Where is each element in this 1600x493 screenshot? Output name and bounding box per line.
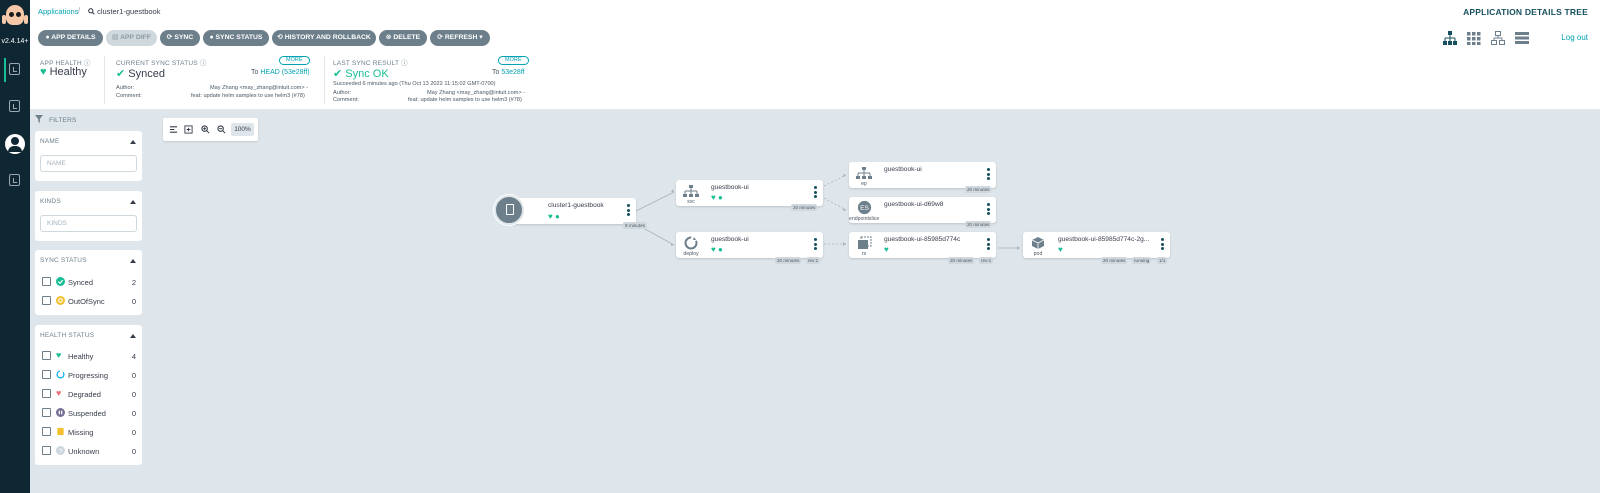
svc-age-tag: 20 minutes — [791, 204, 818, 211]
eps-age-tag: 20 minutes — [965, 221, 992, 228]
node-menu-icon[interactable] — [627, 204, 630, 216]
node-menu-icon[interactable] — [1161, 238, 1164, 250]
rs-age-tag: 20 minutes — [948, 257, 975, 264]
node-endpointslice-guestbook-ui-d69w8[interactable]: ES endpointslice guestbook-ui-d69w8 — [849, 197, 996, 223]
pod-state-tag: running — [1132, 257, 1152, 264]
node-ep-guestbook-ui[interactable]: ep guestbook-ui — [849, 162, 996, 188]
service-icon — [683, 185, 699, 197]
node-menu-icon[interactable] — [814, 186, 817, 198]
node-rs-guestbook-ui-85985d774c[interactable]: rs guestbook-ui-85985d774c ♥ — [849, 232, 996, 258]
app-node-status: ♥ ● — [548, 212, 560, 221]
svg-text:ES: ES — [860, 205, 869, 212]
deploy-status: ♥ ● — [711, 245, 723, 254]
app-node-cluster1-guestbook[interactable]: cluster1-guestbook ♥ ● — [510, 198, 636, 224]
node-menu-icon[interactable] — [987, 203, 990, 215]
pod-ready-tag: 1/1 — [1157, 257, 1168, 264]
endpointslice-icon: ES — [857, 200, 872, 215]
pod-age-tag: 20 minutes — [1101, 257, 1128, 264]
node-menu-icon[interactable] — [814, 238, 817, 250]
endpoints-icon — [856, 167, 872, 179]
rs-status: ♥ — [884, 245, 889, 254]
pod-cube-icon — [1031, 237, 1045, 249]
ep-age-tag: 20 minutes — [965, 186, 992, 193]
pod-status: ♥ — [1058, 245, 1063, 254]
deployment-icon — [684, 236, 698, 250]
deploy-rev-tag: rev:1 — [806, 257, 821, 264]
node-menu-icon[interactable] — [987, 168, 990, 180]
deploy-age-tag: 20 minutes — [775, 257, 802, 264]
svc-status: ♥ ● — [711, 193, 723, 202]
rs-rev-tag: rev:1 — [979, 257, 994, 264]
app-age-tag: 9 minutes — [623, 222, 647, 229]
node-deploy-guestbook-ui[interactable]: deploy guestbook-ui ♥ ● — [676, 232, 823, 258]
application-icon[interactable] — [494, 195, 524, 225]
node-svc-guestbook-ui[interactable]: svc guestbook-ui ♥ ● — [676, 180, 823, 206]
replicaset-icon — [858, 236, 872, 249]
node-menu-icon[interactable] — [987, 238, 990, 250]
node-pod-guestbook-ui[interactable]: pod guestbook-ui-85985d774c-2g... ♥ — [1023, 232, 1170, 258]
